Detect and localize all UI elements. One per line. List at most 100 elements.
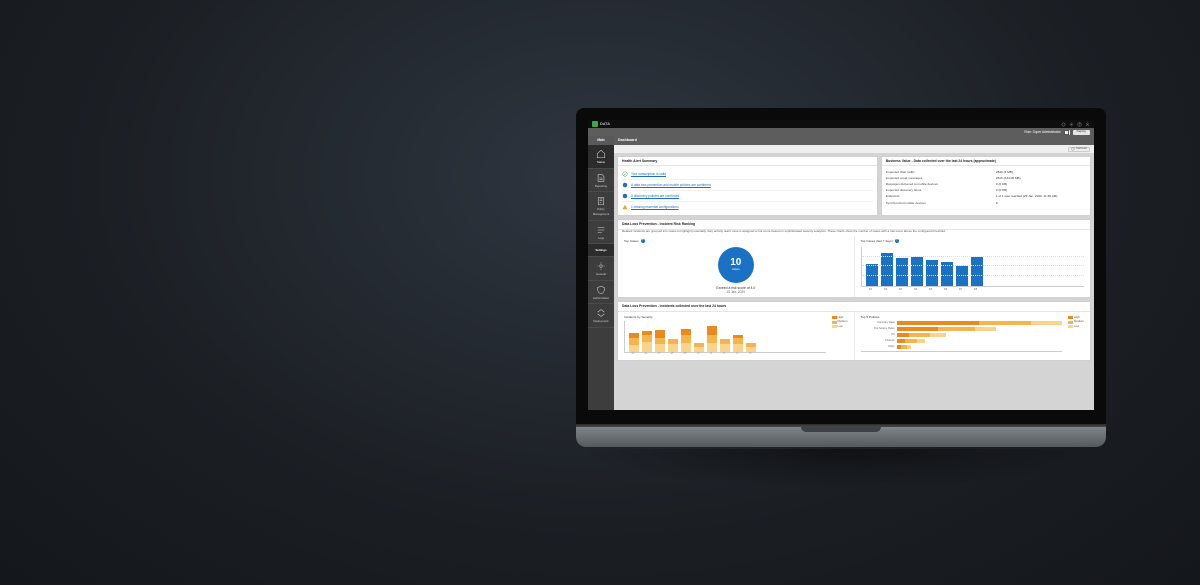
nav-item-authorization[interactable]: Authorization [588,281,614,305]
chart-x-axis: 00020406081012141618 [624,354,826,357]
card-health-alert-summary: Health Alert Summary Your subscription i… [617,156,878,216]
policies-legend: High Medium Low [1068,315,1084,352]
subheader: Incidents by Severity [624,315,653,319]
dlp-top-cases-panel: Top Cases? 10 cases Exceed a risk score … [618,236,854,298]
alert-row: A discovery policies are confirmed [622,191,873,202]
gear-icon [596,261,606,271]
chart-hbar-row[interactable]: PII [861,333,1063,337]
severity-legend: High Medium Low [832,315,848,357]
chart-stacked-bar[interactable] [733,335,743,352]
laptop-shadow [576,449,1106,489]
shield-icon [596,285,606,295]
chart-stacked-bar[interactable] [655,330,665,352]
chart-top-policies: Company Data Top Source Rules PII Finance Ot… [861,321,1063,352]
alerts-icon[interactable] [1060,121,1066,127]
help-icon[interactable]: ? [641,239,645,243]
hbar-label: Company Data [861,321,895,324]
nav-item-status[interactable]: Status [588,145,614,169]
content-area: Dashboard Refresh Health Alert Summary [614,136,1094,410]
legend-swatch-low [1068,325,1073,328]
logs-icon [596,225,606,235]
bizval-table: Inspected Web traffic2849 (4 MB)Inspecte… [882,166,1090,208]
chart-stacked-bar[interactable] [642,331,652,351]
card-header: Business Value - Data collected over the… [882,157,1090,166]
warning-icon [622,204,628,210]
chart-hbar-row[interactable]: Company Data [861,321,1063,325]
legend-swatch-medium [832,321,837,324]
alert-row: A data loss prevention and mobile polici… [622,180,873,191]
deploy-icon [596,308,606,318]
app-screen: DATA Role: Super Administrator Deploy Ma… [588,120,1094,410]
policy-icon [596,196,606,206]
top-5-policies-panel: Top 5 Policies Company DataTop Source Ru… [854,312,1091,360]
nav-item-logs[interactable]: Logs [588,221,614,245]
chart-bar[interactable] [881,253,893,286]
chart-bar[interactable] [956,266,968,286]
dlp-top-cases-7d-panel: Top Cases (last 7 days)? D1D2D3D4D5D6D7D… [854,236,1091,298]
help-icon[interactable]: ? [895,239,899,243]
role-grid-icon[interactable] [1064,130,1070,135]
info-icon [622,182,628,188]
subheader: Top Cases [624,239,639,243]
card-dlp-incidents-24h: Data Loss Prevention - Incidents collect… [617,301,1091,361]
legend-swatch-high [832,316,837,319]
top-cases-count-badge[interactable]: 10 cases [718,247,754,283]
alert-link[interactable]: 1 missing essential configurations [631,205,679,209]
app-topbar: DATA [588,120,1094,128]
legend-swatch-low [832,325,837,328]
hbar-label: Other [861,345,895,348]
alert-row: 1 missing essential configurations [622,202,873,212]
chart-stacked-bar[interactable] [707,326,717,352]
incidents-by-severity-panel: Incidents by Severity 000204060810121416… [618,312,854,360]
brand-badge-icon [592,121,598,127]
home-icon [596,149,606,159]
chart-incidents-severity [624,321,826,353]
risk-date: 15 Jan. 2020 [624,290,848,294]
chart-hbar-row[interactable]: Other [861,345,1063,349]
chart-stacked-bar[interactable] [681,329,691,352]
nav-item-policy-management[interactable]: Policy Management [588,192,614,220]
chart-bar[interactable] [911,257,923,286]
user-icon[interactable] [1084,121,1090,127]
alert-link[interactable]: A discovery policies are confirmed [631,194,679,198]
chart-x-axis: D1D2D3D4D5D6D7D8 [861,288,1085,291]
hbar-label: PII [861,333,895,336]
alert-link[interactable]: Your subscription is valid [631,172,666,176]
chart-stacked-bar[interactable] [629,333,639,352]
alert-link[interactable]: A data loss prevention and mobile polici… [631,183,711,187]
deploy-button[interactable]: Deploy [1073,130,1090,135]
kv-value: 0 [996,200,1086,206]
kv-row: Synchronized mobile devices0 [886,200,1086,206]
legend-swatch-medium [1068,321,1073,324]
info-icon [622,193,628,199]
page-toolbar: Refresh [614,145,1094,153]
nav-item-general[interactable]: General [588,257,614,281]
chart-bar[interactable] [926,260,938,285]
chart-bar[interactable] [971,257,983,286]
kv-key: Synchronized mobile devices [886,200,996,206]
alert-row: Your subscription is valid [622,169,873,180]
nav-item-deployment[interactable]: Deployment [588,304,614,328]
help-icon[interactable] [1076,121,1082,127]
chart-top-cases-7d [861,247,1085,287]
report-icon [596,173,606,183]
subheader: Top Cases (last 7 days) [861,239,893,243]
card-business-value: Business Value - Data collected over the… [881,156,1091,216]
chart-hbar-row[interactable]: Finance [861,339,1063,343]
refresh-button[interactable]: Refresh [1068,147,1090,152]
page-title: Dashboard [614,136,1094,145]
card-dlp-risk-ranking: Data Loss Prevention - Incident Risk Ran… [617,219,1091,298]
settings-icon[interactable] [1068,121,1074,127]
nav-item-settings[interactable]: Settings [588,244,614,257]
chart-hbar-row[interactable]: Top Source Rules [861,327,1063,331]
hbar-label: Finance [861,339,895,342]
screen-bezel: DATA Role: Super Administrator Deploy Ma… [576,108,1106,424]
brand-text: DATA [600,122,610,127]
check-circle-icon [622,171,628,177]
hbar-label: Top Source Rules [861,327,895,330]
side-nav: Main Status Reporting Policy Management [588,136,614,410]
laptop-deck [576,427,1106,447]
chart-bar[interactable] [896,258,908,285]
nav-rail-main[interactable]: Main [588,136,614,145]
nav-item-reporting[interactable]: Reporting [588,169,614,193]
